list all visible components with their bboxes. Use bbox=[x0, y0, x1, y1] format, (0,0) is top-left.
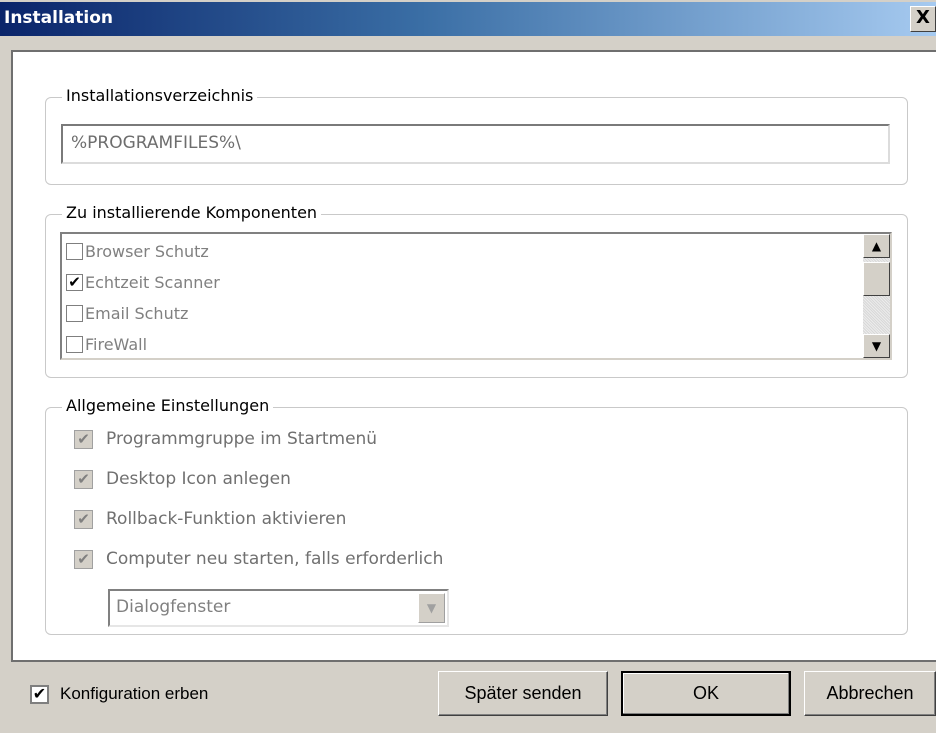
component-label: FireWall bbox=[85, 334, 148, 354]
scroll-up-button[interactable]: ▲ bbox=[863, 234, 890, 258]
checkbox-disabled: ✔ bbox=[74, 549, 93, 569]
components-legend: Zu installierende Komponenten bbox=[62, 203, 322, 222]
checkbox-disabled: ✔ bbox=[74, 469, 93, 489]
check-icon: ✔ bbox=[32, 685, 47, 703]
component-checkbox[interactable] bbox=[66, 242, 83, 260]
check-icon: ✔ bbox=[77, 469, 90, 488]
ok-button[interactable]: OK bbox=[621, 671, 791, 716]
chevron-down-icon[interactable]: ▼ bbox=[418, 593, 445, 623]
component-checkbox[interactable] bbox=[66, 335, 83, 353]
list-item[interactable]: Email Schutz bbox=[66, 299, 188, 327]
component-checkbox[interactable]: ✔ bbox=[66, 272, 83, 291]
general-settings-group: Allgemeine Einstellungen ✔ Programmgrupp… bbox=[45, 396, 908, 635]
check-icon: ✔ bbox=[68, 272, 81, 291]
checkbox-disabled: ✔ bbox=[74, 429, 93, 449]
restart-mode-select[interactable]: Dialogfenster ▼ bbox=[108, 589, 449, 627]
option-label: Desktop Icon anlegen bbox=[106, 469, 291, 489]
restart-mode-value: Dialogfenster bbox=[116, 597, 231, 617]
install-dir-input[interactable]: %PROGRAMFILES%\ bbox=[61, 124, 890, 164]
component-checkbox[interactable] bbox=[66, 304, 83, 322]
arrow-down-icon: ▼ bbox=[871, 339, 882, 353]
option-label: Rollback-Funktion aktivieren bbox=[106, 509, 347, 529]
option-desktop-icon[interactable]: ✔ Desktop Icon anlegen bbox=[74, 465, 291, 493]
install-dir-group: Installationsverzeichnis %PROGRAMFILES%\ bbox=[45, 86, 908, 185]
component-label: Browser Schutz bbox=[85, 241, 209, 261]
components-group: Zu installierende Komponenten Browser Sc… bbox=[45, 203, 908, 378]
option-startmenu[interactable]: ✔ Programmgruppe im Startmenü bbox=[74, 425, 377, 453]
component-label: Email Schutz bbox=[85, 303, 189, 323]
list-item[interactable]: FireWall bbox=[66, 330, 147, 358]
close-button[interactable]: X bbox=[910, 6, 936, 32]
scroll-down-button[interactable]: ▼ bbox=[863, 334, 890, 358]
check-icon: ✔ bbox=[77, 509, 90, 528]
checkbox-disabled: ✔ bbox=[74, 509, 93, 529]
send-later-button[interactable]: Später senden bbox=[438, 671, 608, 716]
check-icon: ✔ bbox=[77, 429, 90, 448]
settings-panel: Installationsverzeichnis %PROGRAMFILES%\… bbox=[11, 50, 936, 662]
window-title: Installation bbox=[4, 8, 114, 28]
inherit-config-label: Konfiguration erben bbox=[60, 684, 209, 703]
close-icon: X bbox=[916, 7, 930, 28]
option-label: Programmgruppe im Startmenü bbox=[106, 429, 378, 449]
components-listbox[interactable]: Browser Schutz ✔ Echtzeit Scanner Email … bbox=[60, 232, 892, 360]
option-restart[interactable]: ✔ Computer neu starten, falls erforderli… bbox=[74, 545, 443, 573]
title-bar: Installation X bbox=[0, 0, 936, 36]
components-scrollbar[interactable]: ▲ ▼ bbox=[863, 234, 890, 358]
cancel-button[interactable]: Abbrechen bbox=[804, 671, 936, 716]
check-icon: ✔ bbox=[77, 549, 90, 568]
inherit-config-checkbox[interactable]: ✔ Konfiguration erben bbox=[30, 684, 208, 704]
list-item[interactable]: ✔ Echtzeit Scanner bbox=[66, 268, 220, 296]
scroll-thumb[interactable] bbox=[863, 262, 890, 296]
arrow-up-icon: ▲ bbox=[871, 239, 882, 253]
general-settings-legend: Allgemeine Einstellungen bbox=[62, 396, 274, 415]
install-dir-legend: Installationsverzeichnis bbox=[62, 86, 258, 105]
component-label: Echtzeit Scanner bbox=[85, 272, 220, 292]
option-label: Computer neu starten, falls erforderlich bbox=[106, 549, 444, 569]
option-rollback[interactable]: ✔ Rollback-Funktion aktivieren bbox=[74, 505, 346, 533]
checkbox[interactable]: ✔ bbox=[30, 684, 49, 704]
list-item[interactable]: Browser Schutz bbox=[66, 237, 209, 265]
